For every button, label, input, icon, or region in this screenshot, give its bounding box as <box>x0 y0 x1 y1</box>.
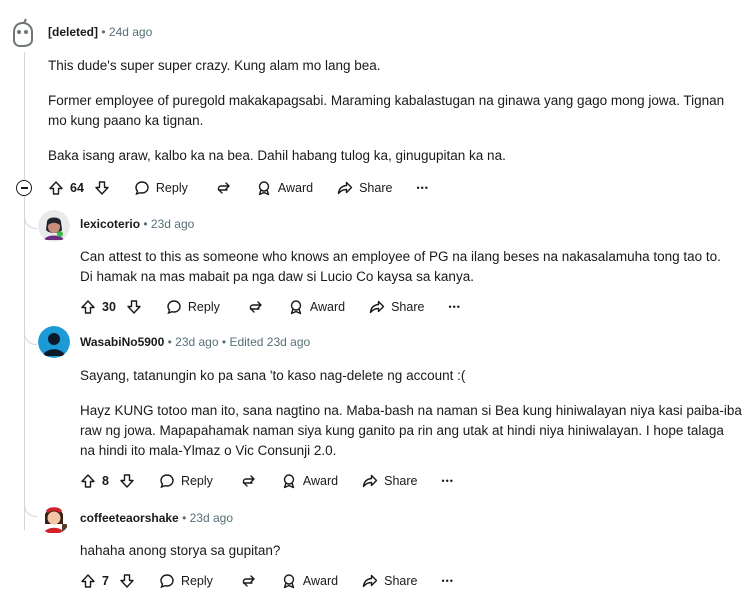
award-icon <box>290 300 302 315</box>
award-icon <box>283 574 295 589</box>
crosspost-button[interactable] <box>241 473 257 489</box>
downvote-icon[interactable] <box>119 473 135 489</box>
vote-count: 30 <box>102 300 116 314</box>
comment-meta: coffeeteaorshake • 23d ago <box>80 511 233 525</box>
comment-body: This dude's super super crazy. Kung alam… <box>48 56 728 166</box>
share-icon <box>362 574 378 588</box>
more-button[interactable]: ••• <box>416 183 428 193</box>
edited-label: Edited 23d ago <box>229 335 311 349</box>
reply-icon <box>135 181 149 196</box>
share-icon <box>362 474 378 488</box>
reply-icon <box>167 300 181 315</box>
reply-button[interactable]: Reply <box>159 573 213 589</box>
avatar[interactable] <box>38 502 70 534</box>
upvote-icon[interactable] <box>80 573 96 589</box>
vote-group: 7 <box>80 573 135 589</box>
comment-actions: 64 Reply Award Share ••• <box>48 177 429 199</box>
comment-body: Can attest to this as someone who knows … <box>80 247 730 287</box>
username[interactable]: [deleted] <box>48 25 98 39</box>
share-button[interactable]: Share <box>369 299 424 315</box>
upvote-icon[interactable] <box>48 180 64 196</box>
share-icon <box>337 181 353 195</box>
crosspost-button[interactable] <box>241 573 257 589</box>
award-button[interactable]: Award <box>281 473 338 489</box>
comment-actions: 30 Reply Award Share ••• <box>80 296 461 318</box>
reply-icon <box>160 574 174 589</box>
comment-body: Sayang, tatanungin ko pa sana 'to kaso n… <box>80 366 742 461</box>
share-button[interactable]: Share <box>337 180 392 196</box>
comment-paragraph: Former employee of puregold makakapagsab… <box>48 93 725 128</box>
more-icon: ••• <box>441 576 454 586</box>
reply-button[interactable]: Reply <box>166 299 220 315</box>
comment-body: hahaha anong storya sa gupitan? <box>80 541 730 561</box>
share-icon <box>369 300 385 314</box>
thread-connector <box>24 214 37 229</box>
more-icon: ••• <box>448 302 461 312</box>
timestamp[interactable]: 23d ago <box>151 217 194 231</box>
comment-meta: [deleted] • 24d ago <box>48 25 153 39</box>
comment-paragraph: This dude's super super crazy. Kung alam… <box>48 58 381 73</box>
comment-paragraph: hahaha anong storya sa gupitan? <box>80 543 281 558</box>
thread-connector <box>24 330 37 345</box>
downvote-icon[interactable] <box>126 299 142 315</box>
more-icon: ••• <box>441 476 454 486</box>
comment-paragraph: Baka isang araw, kalbo ka na bea. Dahil … <box>48 148 506 163</box>
reply-button[interactable]: Reply <box>134 180 188 196</box>
crosspost-icon <box>242 475 255 487</box>
crosspost-icon <box>217 182 230 194</box>
reply-icon <box>160 474 174 489</box>
downvote-icon[interactable] <box>119 573 135 589</box>
share-button[interactable]: Share <box>362 473 418 489</box>
comment-actions: 7 Reply Award Share ••• <box>80 570 454 592</box>
upvote-icon[interactable] <box>80 473 96 489</box>
timestamp[interactable]: 24d ago <box>109 25 152 39</box>
comment-paragraph: Can attest to this as someone who knows … <box>80 249 721 284</box>
downvote-icon[interactable] <box>94 180 110 196</box>
avatar[interactable] <box>38 326 70 358</box>
comment-meta: lexicoterio • 23d ago <box>80 217 195 231</box>
comment-actions: 8 Reply Award Share ••• <box>80 470 454 492</box>
comment-paragraph: Sayang, tatanungin ko pa sana 'to kaso n… <box>80 368 466 383</box>
crosspost-icon <box>242 575 255 587</box>
vote-group: 64 <box>48 180 110 196</box>
avatar[interactable] <box>6 18 38 50</box>
award-button[interactable]: Award <box>281 573 338 589</box>
award-icon <box>283 474 295 489</box>
vote-count: 7 <box>102 574 109 588</box>
username[interactable]: lexicoterio <box>80 217 140 231</box>
vote-count: 8 <box>102 474 109 488</box>
crosspost-button[interactable] <box>248 299 264 315</box>
username[interactable]: WasabiNo5900 <box>80 335 164 349</box>
reply-button[interactable]: Reply <box>159 473 213 489</box>
more-button[interactable]: ••• <box>442 476 454 486</box>
vote-group: 8 <box>80 473 135 489</box>
timestamp[interactable]: 23d ago <box>190 511 233 525</box>
award-button[interactable]: Award <box>288 299 345 315</box>
upvote-icon[interactable] <box>80 299 96 315</box>
award-icon <box>258 181 270 196</box>
thread-line <box>24 196 25 530</box>
crosspost-button[interactable] <box>216 180 232 196</box>
vote-count: 64 <box>70 181 84 195</box>
avatar[interactable] <box>38 210 70 242</box>
share-button[interactable]: Share <box>362 573 418 589</box>
comment-paragraph: Hayz KUNG totoo man ito, sana nagtino na… <box>80 403 742 458</box>
vote-group: 30 <box>80 299 142 315</box>
timestamp[interactable]: 23d ago <box>175 335 218 349</box>
thread-line <box>24 52 25 183</box>
collapse-icon[interactable] <box>16 180 32 196</box>
username[interactable]: coffeeteaorshake <box>80 511 179 525</box>
crosspost-icon <box>249 301 262 313</box>
thread-connector <box>24 502 37 517</box>
comment-meta: WasabiNo5900 • 23d ago • Edited 23d ago <box>80 335 311 349</box>
more-button[interactable]: ••• <box>448 302 460 312</box>
more-button[interactable]: ••• <box>442 576 454 586</box>
award-button[interactable]: Award <box>256 180 313 196</box>
more-icon: ••• <box>416 183 429 193</box>
